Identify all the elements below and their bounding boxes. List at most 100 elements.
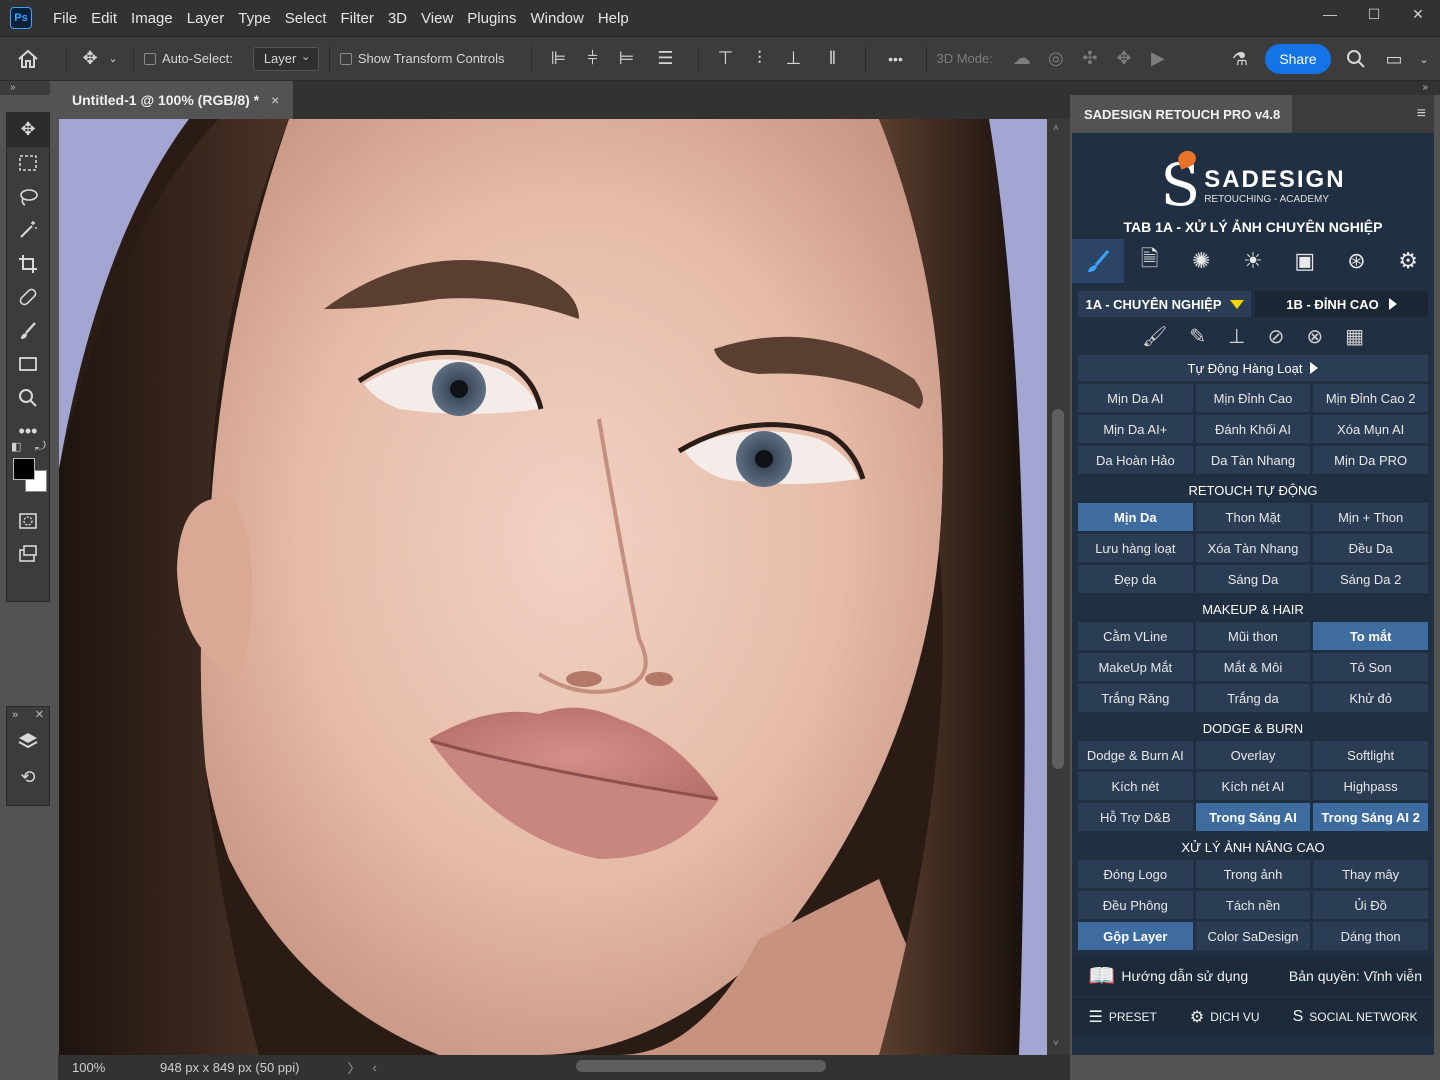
close-panels-icon[interactable]: ✕ (35, 707, 44, 723)
action-button[interactable]: Mịn Đỉnh Cao 2 (1313, 384, 1428, 412)
menu-type[interactable]: Type (231, 0, 278, 36)
action-button[interactable]: Khử đỏ (1313, 684, 1428, 712)
align-top-icon[interactable]: ⊤ (709, 48, 743, 69)
move-tool-icon[interactable]: ✥ (7, 113, 49, 147)
auto-select-checkbox[interactable] (144, 52, 156, 65)
healing-brush-tool-icon[interactable] (7, 281, 49, 315)
zoom-level[interactable]: 100% (58, 1060, 120, 1075)
service-link[interactable]: ⚙ DỊCH VỤ (1190, 1007, 1260, 1027)
action-button[interactable]: Trắng da (1195, 684, 1311, 712)
3d-icon[interactable]: ▣ (1279, 239, 1331, 283)
action-button[interactable]: Đẹp da (1078, 565, 1193, 593)
3d-camera-icon[interactable]: ▶ (1141, 48, 1175, 69)
patch-icon[interactable]: ⊗ (1306, 324, 1323, 349)
brush-icon[interactable]: 🖌 (1142, 324, 1167, 349)
scroll-down-icon[interactable]: ˅ (1053, 1038, 1059, 1049)
action-button[interactable]: Mịn Đỉnh Cao (1195, 384, 1311, 412)
vertical-scroll-thumb[interactable] (1052, 409, 1064, 769)
action-button[interactable]: Softlight (1313, 741, 1428, 769)
marquee-tool-icon[interactable] (7, 147, 49, 181)
close-document-icon[interactable]: × (271, 92, 279, 108)
action-button[interactable]: Mịn Da (1078, 503, 1193, 531)
action-button[interactable]: Xóa Tàn Nhang (1195, 534, 1311, 562)
brush-tool-icon[interactable] (7, 314, 49, 348)
chevron-down-icon[interactable]: ⌄ (103, 52, 123, 65)
subtab-1a[interactable]: 1A - CHUYÊN NGHIỆP (1078, 291, 1251, 317)
bandage-icon[interactable]: ⊘ (1268, 324, 1285, 349)
action-button[interactable]: Hỗ Trợ D&B (1078, 803, 1193, 831)
action-button[interactable]: Kích nét (1078, 772, 1193, 800)
action-button[interactable]: Highpass (1313, 772, 1428, 800)
action-button[interactable]: Trong Sáng AI (1195, 803, 1311, 831)
layers-panel-icon[interactable] (7, 723, 49, 759)
rectangle-tool-icon[interactable] (7, 348, 49, 382)
brush-category-icon[interactable] (1072, 239, 1124, 283)
action-button[interactable]: Color SaDesign (1195, 922, 1311, 950)
menu-filter[interactable]: Filter (334, 0, 381, 36)
action-button[interactable]: Dodge & Burn AI (1078, 741, 1193, 769)
vertical-scrollbar[interactable]: ˄ ˅ (1047, 119, 1070, 1055)
scroll-left-icon[interactable]: ‹ (373, 1060, 377, 1075)
action-button[interactable]: Đánh Khối AI (1195, 415, 1311, 443)
action-button[interactable]: Trắng Răng (1078, 684, 1193, 712)
document-tab[interactable]: Untitled-1 @ 100% (RGB/8) * × (58, 81, 294, 119)
transform-controls-checkbox[interactable] (339, 52, 352, 65)
workspace-icon[interactable]: ▭ (1380, 45, 1408, 73)
color-circles-icon[interactable]: ⊛ (1331, 239, 1383, 283)
lasso-tool-icon[interactable] (7, 180, 49, 214)
action-button[interactable]: Cằm VLine (1078, 622, 1193, 650)
action-button[interactable]: Trong ảnh (1195, 860, 1311, 888)
menu-select[interactable]: Select (278, 0, 334, 36)
subtab-1b[interactable]: 1B - ĐỈNH CAO (1255, 291, 1428, 317)
menu-view[interactable]: View (414, 0, 460, 36)
workspace-chevron-icon[interactable]: ⌄ (1414, 45, 1434, 73)
action-button[interactable]: Mịn Da AI (1078, 384, 1193, 412)
menu-edit[interactable]: Edit (84, 0, 124, 36)
action-button[interactable]: Sáng Da (1195, 565, 1311, 593)
align-middle-icon[interactable]: ⫶ (743, 48, 777, 69)
scroll-up-icon[interactable]: ˄ (1053, 123, 1059, 134)
3d-orbit-icon[interactable]: ☁ (1005, 48, 1039, 69)
action-button[interactable]: Đóng Logo (1078, 860, 1193, 888)
align-right-icon[interactable]: ⊨ (610, 48, 644, 69)
share-button[interactable]: Share (1265, 44, 1331, 74)
minimize-icon[interactable]: — (1308, 0, 1352, 28)
stamp-icon[interactable]: ⊥ (1228, 324, 1245, 349)
horizontal-scrollbar[interactable] (380, 1058, 1040, 1074)
action-button[interactable]: Mịn Da AI+ (1078, 415, 1193, 443)
edit-document-icon[interactable]: 🗎 (1124, 239, 1176, 283)
maximize-icon[interactable]: ☐ (1352, 0, 1396, 28)
default-colors-icon[interactable]: ◧ (11, 440, 21, 453)
action-button[interactable]: Ủi Đồ (1313, 891, 1428, 919)
action-button[interactable]: Lưu hàng loạt (1078, 534, 1193, 562)
action-button[interactable]: Overlay (1195, 741, 1311, 769)
distribute-vertical-icon[interactable]: ‖ (811, 48, 855, 69)
menu-file[interactable]: File (46, 0, 84, 36)
more-options-icon[interactable]: ••• (876, 51, 916, 67)
panel-collapse-icon[interactable]: » (1070, 81, 1440, 95)
action-button[interactable]: Gộp Layer (1078, 922, 1193, 950)
action-button[interactable]: Xóa Mụn AI (1313, 415, 1428, 443)
search-icon[interactable] (1342, 45, 1370, 73)
action-button[interactable]: Mũi thon (1195, 622, 1311, 650)
action-button[interactable]: Da Hoàn Hảo (1078, 446, 1193, 474)
action-button[interactable]: Mắt & Môi (1195, 653, 1311, 681)
action-button[interactable]: Kích nét AI (1195, 772, 1311, 800)
auto-batch-button[interactable]: Tự Động Hàng Loạt (1078, 355, 1428, 381)
align-bottom-icon[interactable]: ⊥ (777, 48, 811, 69)
menu-window[interactable]: Window (523, 0, 590, 36)
action-button[interactable]: Da Tàn Nhang (1195, 446, 1311, 474)
toolbar-collapse-icon[interactable]: » (0, 81, 50, 95)
social-link[interactable]: S SOCIAL NETWORK (1293, 1008, 1418, 1026)
crop-tool-icon[interactable] (7, 247, 49, 281)
guide-link[interactable]: 📖 Hướng dẫn sử dụng (1088, 963, 1248, 989)
3d-pan-icon[interactable]: ✣ (1073, 48, 1107, 69)
home-icon[interactable] (0, 49, 56, 69)
magic-wand-tool-icon[interactable] (7, 214, 49, 248)
action-button[interactable]: Sáng Da 2 (1313, 565, 1428, 593)
action-button[interactable]: Mịn Da PRO (1313, 446, 1428, 474)
action-button[interactable]: Đều Phông (1078, 891, 1193, 919)
chip-icon[interactable]: ▦ (1345, 324, 1364, 349)
3d-roll-icon[interactable]: ◎ (1039, 48, 1073, 69)
aperture-icon[interactable]: ✺ (1175, 239, 1227, 283)
